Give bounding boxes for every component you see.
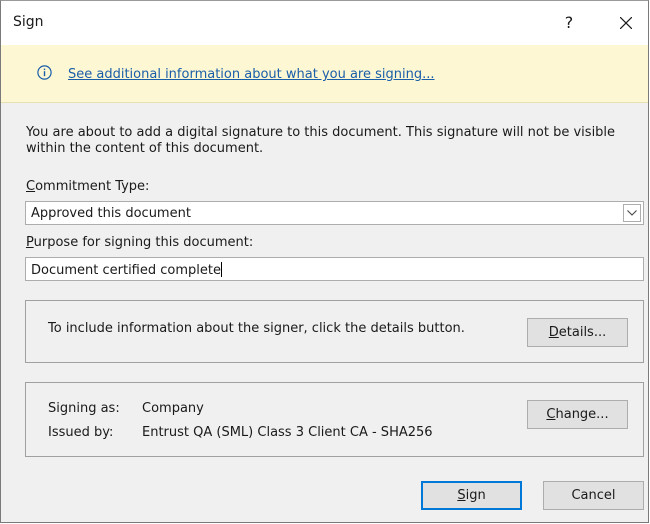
change-button[interactable]: Change... xyxy=(527,400,628,429)
chevron-down-icon xyxy=(627,210,637,216)
purpose-input[interactable]: Document certified complete xyxy=(25,257,644,281)
commitment-type-access-key: C xyxy=(26,179,36,194)
change-button-label: hange... xyxy=(555,407,609,422)
sign-dialog: Sign ? See additional information about … xyxy=(0,0,649,523)
purpose-label-text: urpose for signing this document: xyxy=(33,235,254,250)
additional-info-link[interactable]: See additional information about what yo… xyxy=(68,67,435,82)
cancel-button[interactable]: Cancel xyxy=(543,481,644,510)
info-bar: See additional information about what yo… xyxy=(1,45,648,103)
details-button[interactable]: Details... xyxy=(527,318,628,347)
sign-button-label: ign xyxy=(465,488,486,503)
details-button-label: etails... xyxy=(558,325,607,340)
purpose-label: Purpose for signing this document: xyxy=(26,235,253,250)
commitment-type-dropdown-button[interactable] xyxy=(623,204,641,222)
issued-by-label: Issued by: xyxy=(48,425,114,440)
signer-details-text: To include information about the signer,… xyxy=(48,321,465,336)
commitment-type-label: Commitment Type: xyxy=(26,179,149,194)
sign-access-key: S xyxy=(457,488,466,503)
title-bar: Sign ? xyxy=(1,1,648,45)
window-title: Sign xyxy=(13,14,44,30)
commitment-type-value: Approved this document xyxy=(31,206,191,221)
help-button[interactable]: ? xyxy=(549,5,589,41)
signing-as-value: Company xyxy=(142,401,204,416)
purpose-input-value: Document certified complete xyxy=(31,262,222,278)
signer-details-panel: To include information about the signer,… xyxy=(25,300,644,363)
signature-description: You are about to add a digital signature… xyxy=(26,125,616,156)
signing-as-label: Signing as: xyxy=(48,401,120,416)
close-button[interactable] xyxy=(606,5,646,41)
sign-button[interactable]: Sign xyxy=(421,481,522,510)
commitment-type-select[interactable]: Approved this document xyxy=(25,201,644,225)
purpose-access-key: P xyxy=(26,235,34,250)
issued-by-value: Entrust QA (SML) Class 3 Client CA - SHA… xyxy=(142,425,433,440)
signing-identity-panel: Signing as: Company Issued by: Entrust Q… xyxy=(25,382,644,457)
info-circle-icon xyxy=(37,65,52,80)
close-icon xyxy=(620,17,632,29)
details-access-key: D xyxy=(548,325,559,340)
commitment-type-label-text: ommitment Type: xyxy=(35,179,150,194)
text-caret xyxy=(220,262,222,277)
purpose-value-text: Document certified complete xyxy=(31,263,221,278)
